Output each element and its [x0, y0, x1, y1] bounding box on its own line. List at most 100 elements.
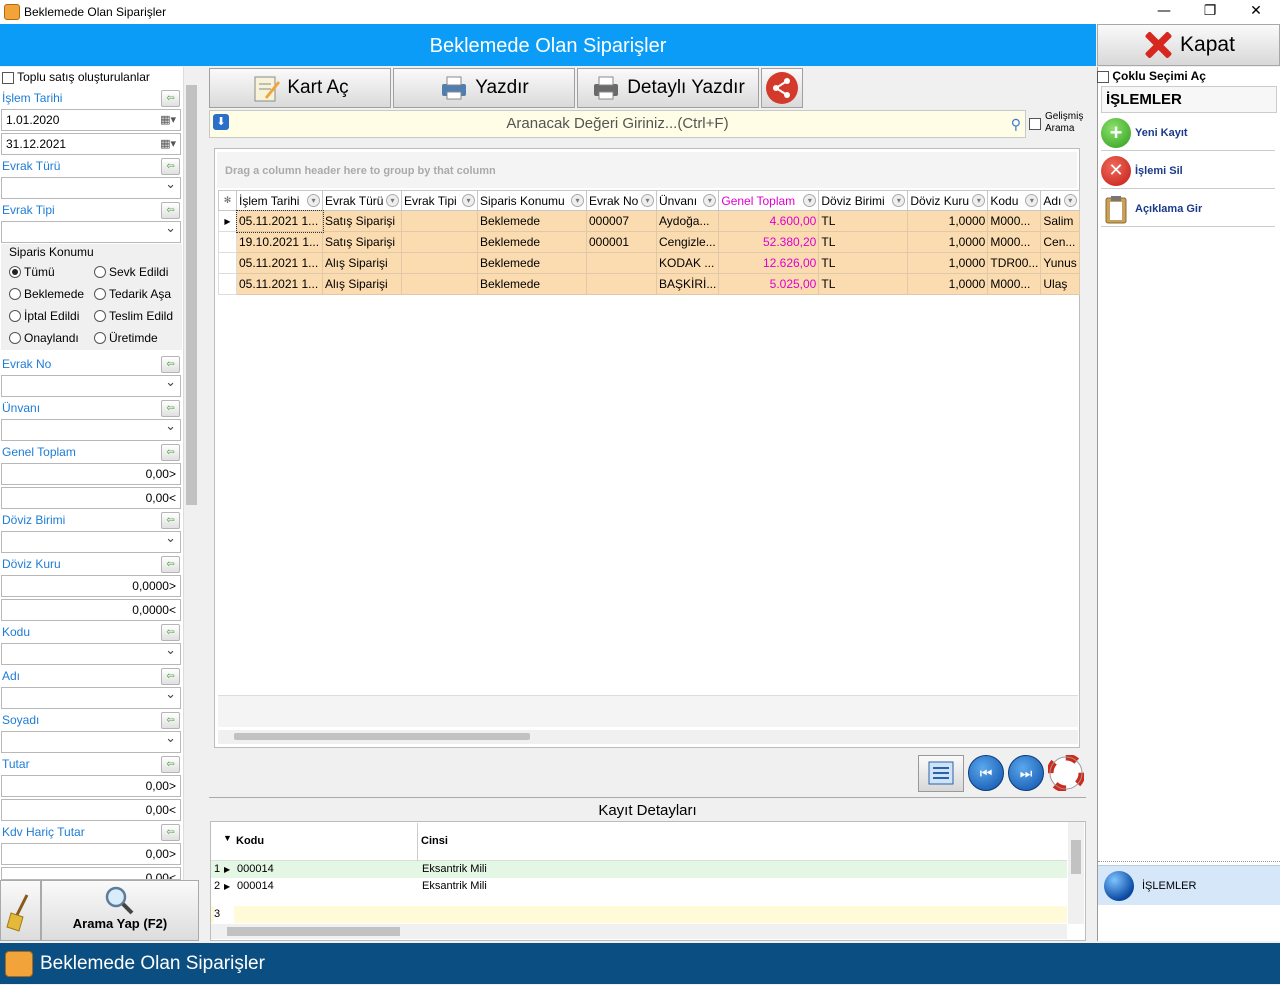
soyadi-clear-icon[interactable]: ⇦	[161, 712, 180, 729]
table-cell[interactable]: KODAK ...	[655, 252, 720, 274]
table-cell[interactable]: TL	[818, 231, 909, 253]
detail-row[interactable]: 2 ▶ 000014 Eksantrik Mili	[211, 878, 1067, 895]
table-cell[interactable]: TL	[818, 273, 909, 295]
column-chooser-button[interactable]	[918, 755, 964, 792]
table-cell[interactable]: Satış Siparişi	[322, 231, 402, 253]
tutar-max-input[interactable]: 0,00<	[1, 799, 181, 821]
kdv-haric-clear-icon[interactable]: ⇦	[161, 824, 180, 841]
radio-icon[interactable]	[9, 332, 21, 344]
table-cell[interactable]: 52.380,20	[718, 231, 820, 253]
table-cell[interactable]: 12.626,00	[718, 252, 820, 274]
tutar-min-input[interactable]: 0,00>	[1, 775, 181, 797]
table-cell[interactable]: 1,0000	[907, 273, 989, 295]
col-header[interactable]: Döviz Birimi ▾	[818, 190, 909, 211]
table-cell[interactable]	[586, 252, 657, 274]
help-icon[interactable]	[1046, 753, 1086, 793]
search-icon[interactable]: ⚲	[1011, 111, 1021, 137]
date-to-input[interactable]: 31.12.2021	[1, 133, 181, 155]
filter-icon[interactable]: ▾	[892, 194, 906, 207]
table-cell[interactable]: Aydoğa...	[655, 210, 720, 232]
soyadi-select[interactable]	[1, 728, 181, 753]
table-cell[interactable]: Ulaş	[1040, 273, 1080, 295]
detail-col-kodu[interactable]: Kodu	[236, 835, 264, 847]
close-window-button[interactable]: ✕	[1233, 0, 1279, 24]
doviz-kuru-max-input[interactable]: 0,0000<	[1, 599, 181, 621]
radio-uretimde[interactable]: Üretimde	[94, 331, 158, 345]
tutar-clear-icon[interactable]: ⇦	[161, 756, 180, 773]
unvani-clear-icon[interactable]: ⇦	[161, 400, 180, 417]
unvani-select[interactable]	[1, 416, 181, 441]
kodu-select[interactable]	[1, 640, 181, 665]
table-cell[interactable]	[401, 273, 478, 295]
col-header[interactable]: Evrak Türü ▾	[322, 190, 402, 211]
table-cell[interactable]: 05.11.2021 1...	[236, 273, 323, 295]
yeni-kayit-action[interactable]: + Yeni Kayıt	[1101, 115, 1275, 151]
first-record-icon[interactable]: ⏮	[968, 755, 1004, 791]
date-from-input[interactable]: 1.01.2020	[1, 109, 181, 131]
table-cell[interactable]: M000...	[987, 231, 1042, 253]
filter-icon[interactable]: ▾	[803, 194, 817, 207]
table-cell[interactable]: M000...	[987, 273, 1042, 295]
table-row[interactable]: ▶ 05.11.2021 1... Satış Siparişi Beklemede 0…	[218, 209, 1080, 233]
table-cell[interactable]	[401, 210, 478, 232]
checkbox-icon[interactable]	[1097, 70, 1109, 83]
filter-icon[interactable]: ▾	[1063, 194, 1077, 207]
advanced-search-toggle[interactable]: Gelişmiş Arama	[1029, 111, 1083, 135]
table-cell[interactable]: M000...	[987, 210, 1042, 232]
table-cell[interactable]: TL	[818, 210, 909, 232]
col-header[interactable]: Evrak No ▾	[586, 190, 657, 211]
table-cell[interactable]: 5.025,00	[718, 273, 820, 295]
kdv-haric-max-input[interactable]: 0,00<	[1, 867, 181, 880]
radio-icon[interactable]	[9, 288, 21, 300]
table-cell[interactable]: Satış Siparişi	[322, 210, 402, 232]
table-cell[interactable]	[401, 231, 478, 253]
islemler-nav-band[interactable]: İŞLEMLER	[1098, 865, 1280, 905]
kart-ac-button[interactable]: Kart Aç	[209, 68, 391, 108]
filter-icon[interactable]: ▾	[641, 194, 654, 207]
genel-toplam-max-input[interactable]: 0,00<	[1, 487, 181, 509]
table-cell[interactable]: 000001	[586, 231, 657, 253]
radio-icon[interactable]	[94, 332, 106, 344]
genel-toplam-min-input[interactable]: 0,00>	[1, 463, 181, 485]
radio-icon[interactable]	[94, 288, 106, 300]
table-cell[interactable]	[401, 252, 478, 274]
col-header[interactable]: Ünvanı ▾	[655, 190, 720, 211]
evrak-tipi-clear-icon[interactable]: ⇦	[161, 202, 180, 219]
col-header[interactable]: Adı ▾	[1040, 190, 1080, 211]
share-button[interactable]	[761, 68, 803, 108]
evrak-tipi-select[interactable]	[1, 218, 181, 243]
islem-tarihi-clear-icon[interactable]: ⇦	[161, 90, 180, 107]
radio-icon[interactable]	[9, 310, 21, 322]
search-options-icon[interactable]: ⬇	[213, 114, 229, 130]
group-panel[interactable]: Drag a column header here to group by th…	[217, 152, 1077, 188]
detail-new-row[interactable]: 3	[211, 906, 1067, 923]
table-cell[interactable]: Beklemede	[477, 231, 587, 253]
table-cell[interactable]: 05.11.2021 1...	[235, 209, 324, 233]
kdv-haric-min-input[interactable]: 0,00>	[1, 843, 181, 865]
table-cell[interactable]: 1,0000	[907, 210, 989, 232]
table-cell[interactable]: Beklemede	[477, 273, 587, 295]
filter-icon[interactable]: ▾	[386, 194, 399, 207]
checkbox-icon[interactable]	[1029, 118, 1041, 130]
table-cell[interactable]: Cengizle...	[655, 231, 720, 253]
table-cell[interactable]	[586, 273, 657, 295]
table-row[interactable]: 05.11.2021 1... Alış Siparişi Beklemede KOD…	[218, 252, 1080, 274]
table-cell[interactable]: Alış Siparişi	[322, 273, 402, 295]
detail-horizontal-scrollbar[interactable]	[211, 924, 1067, 939]
col-header[interactable]: İşlem Tarihi ▾	[236, 190, 323, 211]
kapat-button[interactable]: Kapat	[1097, 24, 1280, 66]
table-cell[interactable]: TDR00...	[987, 252, 1042, 274]
restore-button[interactable]: ❐	[1187, 0, 1233, 24]
filter-scrollbar[interactable]	[183, 67, 199, 880]
clear-filters-button[interactable]	[0, 880, 41, 941]
table-cell[interactable]: Yunus	[1040, 252, 1080, 274]
radio-icon[interactable]	[9, 266, 21, 278]
table-cell[interactable]: 05.11.2021 1...	[236, 252, 323, 274]
table-cell[interactable]: Beklemede	[477, 210, 587, 232]
evrak-no-select[interactable]	[1, 372, 181, 397]
table-row[interactable]: 19.10.2021 1... Satış Siparişi Beklemede 00…	[218, 231, 1080, 253]
radio-tedarik[interactable]: Tedarik Aşa	[94, 287, 171, 301]
filter-icon[interactable]: ▾	[972, 194, 986, 207]
table-cell[interactable]: Salim	[1040, 210, 1080, 232]
multi-select-checkbox[interactable]: Çoklu Seçimi Aç	[1097, 69, 1206, 83]
